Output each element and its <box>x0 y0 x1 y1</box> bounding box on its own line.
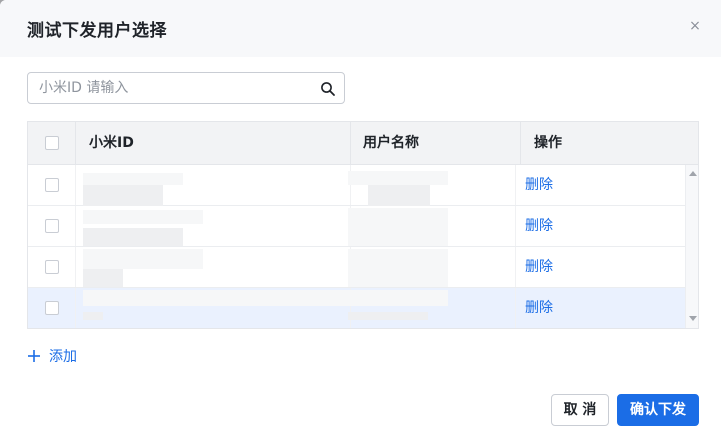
column-divider <box>75 165 76 205</box>
redacted-id <box>83 210 203 224</box>
redacted-name <box>348 208 448 246</box>
column-header-name: 用户名称 <box>363 135 419 151</box>
delete-link[interactable]: 删除 <box>525 288 553 328</box>
row-checkbox[interactable] <box>45 219 59 233</box>
redacted-name <box>348 290 448 306</box>
select-all-checkbox[interactable] <box>45 136 59 150</box>
redacted-id <box>83 269 123 287</box>
column-divider <box>515 288 516 328</box>
table-scrollbar[interactable] <box>685 165 698 328</box>
redacted-name <box>368 185 430 207</box>
close-icon[interactable]: × <box>687 18 703 34</box>
row-checkbox[interactable] <box>45 178 59 192</box>
column-divider <box>75 288 76 328</box>
dialog-header: 测试下发用户选择 × <box>0 0 721 57</box>
redacted-name <box>348 171 448 185</box>
table-row: 删除 <box>28 206 686 247</box>
redacted-name <box>348 249 448 287</box>
delete-link[interactable]: 删除 <box>525 247 553 287</box>
delete-link[interactable]: 删除 <box>525 165 553 205</box>
dialog-title: 测试下发用户选择 <box>27 21 167 41</box>
search-input[interactable] <box>39 79 309 97</box>
redacted-id <box>83 290 348 306</box>
column-divider <box>515 247 516 287</box>
column-divider <box>75 206 76 246</box>
cancel-button[interactable]: 取 消 <box>551 394 609 426</box>
redacted-id <box>83 185 163 207</box>
table-row: 删除 <box>28 247 686 288</box>
column-divider <box>515 206 516 246</box>
table-row: 删除 <box>28 165 686 207</box>
search-box[interactable] <box>27 72 345 104</box>
column-divider <box>350 122 351 164</box>
table-row: 删除 <box>28 288 686 328</box>
redacted-id <box>83 249 203 269</box>
delete-link[interactable]: 删除 <box>525 206 553 246</box>
plus-icon <box>27 347 43 367</box>
redacted-id <box>83 173 183 185</box>
redacted-name <box>348 312 428 320</box>
column-divider <box>75 122 76 164</box>
redacted-id <box>83 312 103 320</box>
column-header-action: 操作 <box>534 135 562 151</box>
confirm-button[interactable]: 确认下发 <box>617 394 699 426</box>
column-divider <box>520 122 521 164</box>
scroll-down-icon[interactable] <box>689 316 697 321</box>
user-select-dialog: 测试下发用户选择 × 小米ID 用户名称 操作 <box>0 0 721 447</box>
add-label: 添加 <box>49 349 77 365</box>
row-checkbox[interactable] <box>45 260 59 274</box>
scroll-up-icon[interactable] <box>689 171 697 176</box>
redacted-id <box>83 228 183 246</box>
search-icon[interactable] <box>320 81 336 97</box>
table-header: 小米ID 用户名称 操作 <box>28 122 698 165</box>
column-header-id: 小米ID <box>89 135 134 151</box>
add-user-button[interactable]: 添加 <box>27 347 77 367</box>
row-checkbox[interactable] <box>45 301 59 315</box>
column-divider <box>515 165 516 205</box>
column-divider <box>75 247 76 287</box>
user-table: 小米ID 用户名称 操作 删除 删除 删除 删除 <box>27 121 699 329</box>
